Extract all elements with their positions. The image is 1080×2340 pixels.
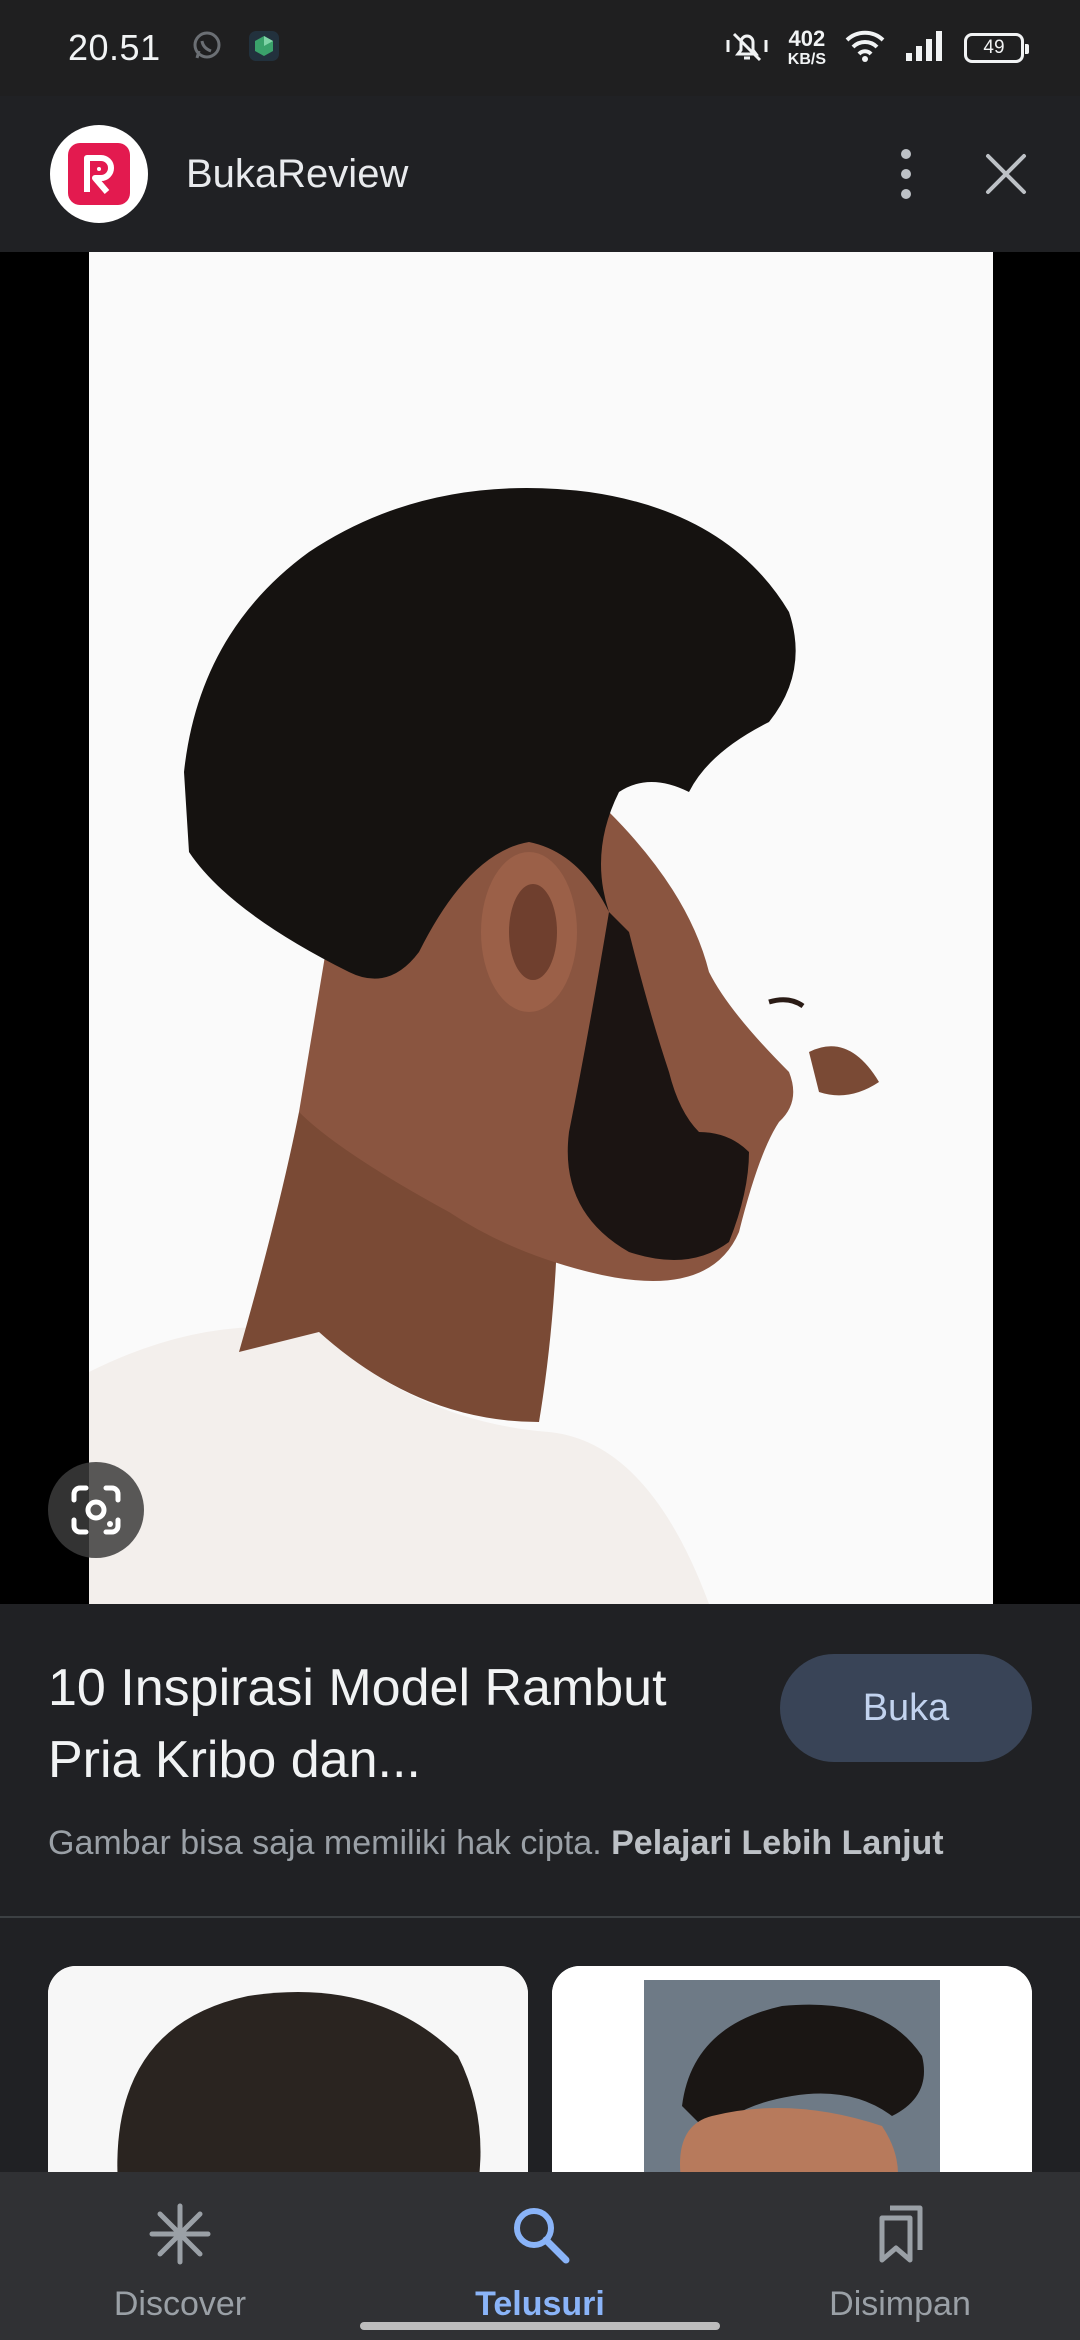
nav-discover[interactable]: Discover <box>0 2172 360 2340</box>
battery-icon: 49 <box>964 33 1029 63</box>
image-viewer[interactable] <box>0 252 1080 1604</box>
nav-saved[interactable]: Disimpan <box>720 2172 1080 2340</box>
site-name[interactable]: BukaReview <box>186 152 408 197</box>
app-cube-icon <box>247 29 281 68</box>
more-vert-icon[interactable] <box>898 148 914 200</box>
related-image-card[interactable] <box>48 1966 528 2186</box>
learn-more-link[interactable]: Pelajari Lebih Lanjut <box>611 1824 944 1862</box>
search-icon <box>508 2202 572 2271</box>
whatsapp-icon <box>189 28 225 69</box>
related-images <box>0 1920 1080 2186</box>
discover-asterisk-icon <box>148 2202 212 2271</box>
main-image[interactable] <box>89 252 993 1604</box>
bottom-navigation: Discover Telusuri Disimpan <box>0 2172 1080 2340</box>
battery-level: 49 <box>983 37 1005 58</box>
vibrate-off-icon <box>724 26 770 71</box>
home-indicator[interactable] <box>360 2322 720 2330</box>
related-image-card[interactable] <box>552 1966 1032 2186</box>
nav-label: Discover <box>113 2285 247 2323</box>
saved-collections-icon <box>868 2202 932 2271</box>
wifi-icon <box>844 28 886 69</box>
network-speed: 402 KB/S <box>787 26 826 68</box>
app-header: BukaReview <box>0 96 1080 252</box>
nav-label: Telusuri <box>475 2285 605 2323</box>
copyright-notice: Gambar bisa saja memiliki hak cipta. Pel… <box>48 1824 944 1863</box>
close-icon[interactable] <box>984 152 1028 196</box>
google-lens-icon[interactable] <box>48 1462 144 1558</box>
status-bar: 20.51 402 KB/S 49 <box>0 0 1080 96</box>
copyright-text: Gambar bisa saja memiliki hak cipta. <box>48 1824 602 1862</box>
open-button[interactable]: Buka <box>780 1654 1032 1762</box>
signal-icon <box>904 29 946 68</box>
nav-search[interactable]: Telusuri <box>360 2172 720 2340</box>
site-logo[interactable] <box>50 125 148 223</box>
result-info: 10 Inspirasi Model Rambut Pria Kribo dan… <box>0 1604 1080 1918</box>
status-time: 20.51 <box>68 27 161 68</box>
nav-label: Disimpan <box>829 2285 971 2323</box>
result-title[interactable]: 10 Inspirasi Model Rambut Pria Kribo dan… <box>48 1652 738 1796</box>
